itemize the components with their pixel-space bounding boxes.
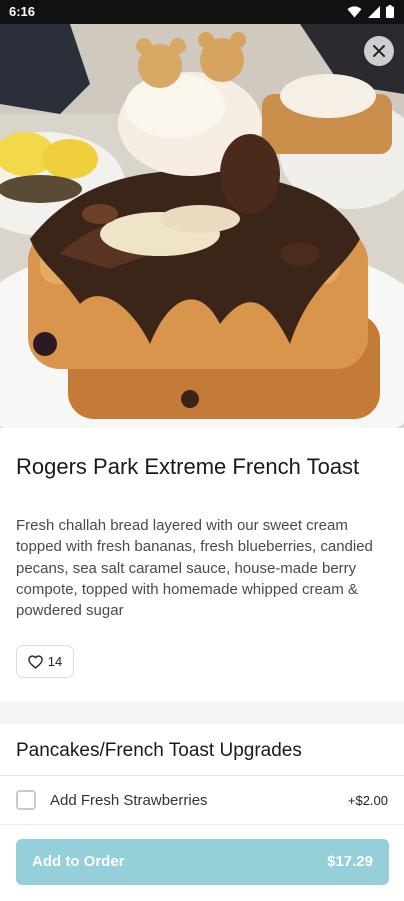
option-checkbox[interactable] — [16, 790, 36, 810]
like-button[interactable]: 14 — [16, 645, 74, 678]
status-time: 6:16 — [9, 4, 36, 19]
add-to-order-label: Add to Order — [32, 853, 125, 870]
status-icons — [347, 5, 394, 18]
add-to-order-button[interactable]: Add to Order $17.29 — [16, 839, 389, 885]
item-description: Fresh challah bread layered with our swe… — [16, 517, 373, 620]
order-total: $17.29 — [327, 853, 373, 870]
section-separator — [0, 702, 404, 724]
wifi-icon — [347, 5, 362, 17]
battery-icon — [386, 5, 394, 18]
footer: Add to Order $17.29 — [0, 824, 404, 901]
item-photo — [0, 24, 404, 428]
option-row-add-fresh-strawberries[interactable]: Add Fresh Strawberries +$2.00 — [0, 776, 404, 824]
like-count: 14 — [47, 654, 63, 669]
heart-icon — [28, 654, 43, 669]
close-button[interactable] — [364, 36, 394, 66]
option-price: +$2.00 — [347, 793, 388, 808]
option-label: Add Fresh Strawberries — [50, 792, 208, 809]
close-icon — [373, 45, 385, 57]
item-title: Rogers Park Extreme French Toast — [16, 454, 360, 479]
upgrades-section-title: Pancakes/French Toast Upgrades — [16, 740, 302, 761]
signal-icon — [368, 5, 380, 18]
french-toast-photo — [0, 24, 404, 428]
status-bar: 6:16 — [0, 0, 404, 24]
